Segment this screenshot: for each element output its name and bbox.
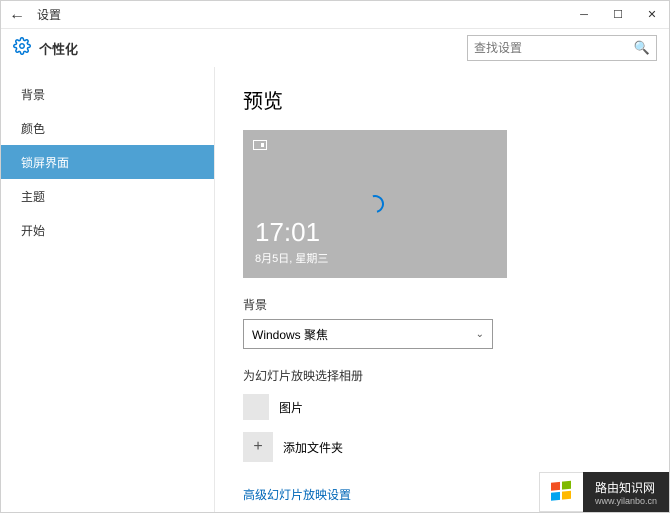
sidebar-item-lockscreen[interactable]: 锁屏界面 — [1, 145, 214, 179]
sidebar: 背景 颜色 锁屏界面 主题 开始 — [1, 67, 215, 512]
dropdown-value: Windows 聚焦 — [252, 326, 328, 343]
album-label: 为幻灯片放映选择相册 — [243, 367, 641, 384]
sidebar-item-themes[interactable]: 主题 — [1, 179, 214, 213]
windows-flag-icon — [539, 472, 583, 512]
window-title: 设置 — [33, 6, 567, 23]
add-folder-button[interactable]: + — [243, 432, 273, 462]
sidebar-item-start[interactable]: 开始 — [1, 213, 214, 247]
chevron-down-icon: ⌄ — [476, 329, 484, 340]
album-name: 图片 — [279, 399, 303, 416]
lockscreen-preview: 17:01 8月5日, 星期三 — [243, 130, 507, 278]
content-area: 预览 17:01 8月5日, 星期三 背景 Windows 聚焦 ⌄ 为幻灯片放… — [215, 67, 669, 512]
close-button[interactable]: ✕ — [635, 1, 669, 29]
loading-spinner-icon — [363, 192, 388, 217]
back-button[interactable]: ← — [1, 6, 33, 24]
minimize-button[interactable]: ─ — [567, 1, 601, 29]
sidebar-item-colors[interactable]: 颜色 — [1, 111, 214, 145]
screen-icon — [253, 140, 267, 150]
background-label: 背景 — [243, 296, 641, 313]
maximize-button[interactable]: ☐ — [601, 1, 635, 29]
preview-date: 8月5日, 星期三 — [255, 250, 328, 266]
background-dropdown[interactable]: Windows 聚焦 ⌄ — [243, 319, 493, 349]
watermark-name: 路由知识网 — [595, 479, 657, 496]
sidebar-item-background[interactable]: 背景 — [1, 77, 214, 111]
add-folder-label: 添加文件夹 — [283, 439, 343, 456]
advanced-slideshow-link[interactable]: 高级幻灯片放映设置 — [243, 486, 351, 503]
section-title: 个性化 — [39, 39, 467, 58]
gear-icon — [13, 37, 31, 60]
album-thumb — [243, 394, 269, 420]
preview-heading: 预览 — [243, 85, 641, 114]
watermark: 路由知识网 www.yilanbo.cn — [539, 472, 669, 512]
search-box[interactable]: 🔍 — [467, 35, 657, 61]
watermark-url: www.yilanbo.cn — [595, 496, 657, 506]
preview-time: 17:01 — [255, 217, 320, 248]
search-icon: 🔍 — [634, 40, 650, 56]
album-item[interactable]: 图片 — [243, 394, 641, 420]
search-input[interactable] — [474, 41, 634, 55]
